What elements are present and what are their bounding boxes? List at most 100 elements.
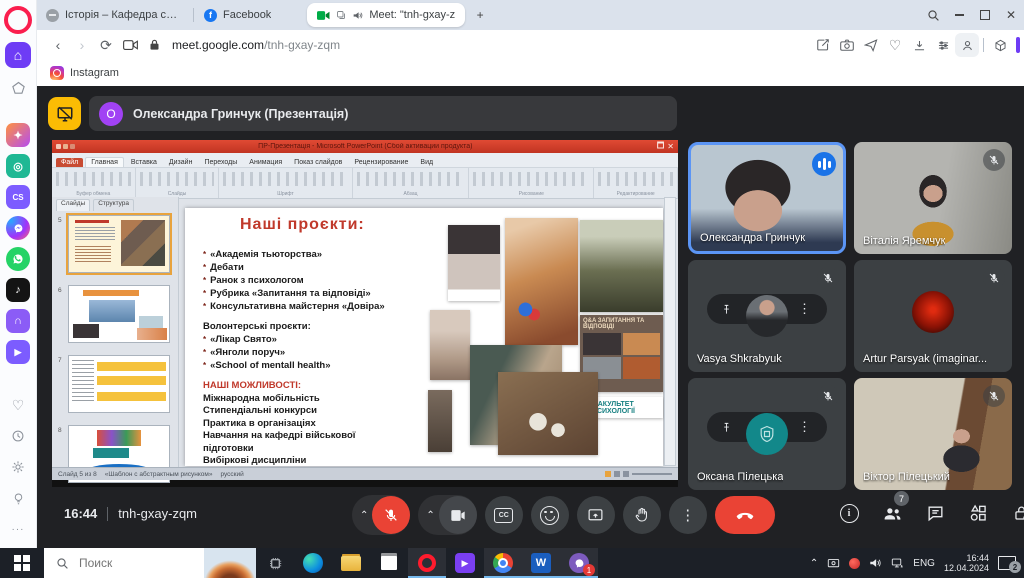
settings-gear-icon[interactable] xyxy=(6,455,30,479)
ribbon-tab-review[interactable]: Рецензирование xyxy=(349,158,413,167)
tray-window-icon[interactable] xyxy=(827,558,840,569)
volume-icon[interactable] xyxy=(869,557,882,569)
forward-button[interactable]: › xyxy=(70,37,94,53)
close-button[interactable]: ✕ xyxy=(998,0,1024,30)
address-url[interactable]: meet.google.com/tnh-gxay-zqm xyxy=(172,38,340,52)
cs-app-icon[interactable]: CS xyxy=(6,185,30,209)
tab-facebook[interactable]: f Facebook xyxy=(194,0,281,30)
panel-tab-slides[interactable]: Слайды xyxy=(56,199,90,211)
chrome-icon[interactable] xyxy=(484,548,522,578)
tips-bulb-icon[interactable] xyxy=(6,486,30,510)
captions-button[interactable]: CC xyxy=(485,496,523,534)
notification-center-icon[interactable]: 2 xyxy=(998,556,1016,570)
raise-hand-button[interactable] xyxy=(623,496,661,534)
view-sorter-icon[interactable] xyxy=(614,471,620,477)
ribbon-tab-home[interactable]: Главная xyxy=(85,157,124,167)
presenter-banner[interactable]: O Олександра Гринчук (Презентація) xyxy=(89,96,677,131)
tile-more-options-icon[interactable]: ⋮ xyxy=(798,419,811,435)
opera-taskbar-icon[interactable] xyxy=(408,548,446,578)
host-controls-button[interactable] xyxy=(1008,500,1024,526)
reactions-button[interactable] xyxy=(531,496,569,534)
participant-tile-vasya[interactable]: ⋮ Vasya Shkrabyuk xyxy=(688,260,846,372)
favorites-heart-icon[interactable]: ♡ xyxy=(883,33,907,57)
view-show-icon[interactable] xyxy=(623,471,629,477)
new-tab-button[interactable]: + xyxy=(465,0,495,30)
microsoft-store-icon[interactable] xyxy=(370,548,408,578)
people-button[interactable]: 7 xyxy=(879,500,905,526)
minimize-button[interactable] xyxy=(946,0,972,30)
ribbon-tab-file[interactable]: Файл xyxy=(56,158,83,167)
mic-options-chevron[interactable]: ⌃ xyxy=(360,510,368,521)
home-speed-dial-button[interactable]: ⌂ xyxy=(5,42,31,68)
pin-icon[interactable] xyxy=(721,304,732,315)
extensions-cube-icon[interactable] xyxy=(988,33,1012,57)
panel-tab-outline[interactable]: Структура xyxy=(93,199,134,211)
slide-thumbnail-7[interactable]: 7 xyxy=(68,355,170,413)
slide-scrollbar[interactable] xyxy=(664,197,676,466)
tray-clock[interactable]: 16:4412.04.2024 xyxy=(944,553,989,573)
ribbon-tab-slideshow[interactable]: Показ слайдов xyxy=(289,158,347,167)
slide-thumbnail-6[interactable]: 6 xyxy=(68,285,170,343)
ppt-close-icon[interactable]: ✕ xyxy=(667,142,674,151)
camera-button[interactable] xyxy=(439,496,477,534)
movies-tv-icon[interactable]: ▶ xyxy=(446,548,484,578)
language-indicator[interactable]: ENG xyxy=(913,558,935,569)
participant-tile-oleksandra[interactable]: Олександра Гринчук xyxy=(688,142,846,254)
send-to-device-icon[interactable] xyxy=(859,33,883,57)
messenger-icon[interactable] xyxy=(6,216,30,240)
bookmark-instagram[interactable]: Instagram xyxy=(70,67,119,79)
opera-logo-icon[interactable] xyxy=(4,6,32,34)
ribbon-tab-transitions[interactable]: Переходы xyxy=(199,158,242,167)
more-options-icon[interactable]: ··· xyxy=(6,517,30,541)
chat-button[interactable] xyxy=(922,500,948,526)
participant-tile-artur[interactable]: Artur Parsyak (imaginar... xyxy=(854,260,1012,372)
tab-search-icon[interactable] xyxy=(920,0,946,30)
history-clock-icon[interactable] xyxy=(6,424,30,448)
aria-app-icon[interactable]: ✦ xyxy=(6,123,30,147)
word-icon[interactable]: W xyxy=(522,548,560,578)
file-explorer-icon[interactable] xyxy=(332,548,370,578)
search-input[interactable] xyxy=(77,555,201,571)
play-app-icon[interactable]: ▶ xyxy=(6,340,30,364)
start-button[interactable] xyxy=(0,548,44,578)
player-app-icon[interactable]: ∩ xyxy=(6,309,30,333)
ribbon-tab-design[interactable]: Дизайн xyxy=(164,158,198,167)
ppt-restore-icon[interactable]: 🗖 xyxy=(657,140,665,154)
participant-tile-viktor[interactable]: Віктор Пілецький xyxy=(854,378,1012,490)
sidebar-toggle-pill[interactable] xyxy=(1016,37,1020,53)
tiktok-icon[interactable]: ♪ xyxy=(6,278,30,302)
view-normal-icon[interactable] xyxy=(605,471,611,477)
task-view-button[interactable] xyxy=(256,548,294,578)
info-button[interactable]: i xyxy=(836,500,862,526)
ribbon-tab-insert[interactable]: Вставка xyxy=(126,158,162,167)
tab-meet-active[interactable]: Meet: "tnh-gxay-z xyxy=(307,3,465,27)
mic-mute-button[interactable] xyxy=(372,496,410,534)
network-icon[interactable] xyxy=(891,557,904,569)
activities-button[interactable] xyxy=(965,500,991,526)
downloads-icon[interactable] xyxy=(907,33,931,57)
pentagon-icon[interactable] xyxy=(6,76,30,100)
restore-button[interactable] xyxy=(972,0,998,30)
easy-setup-icon[interactable] xyxy=(931,33,955,57)
search-highlight-image[interactable] xyxy=(204,548,256,578)
slide-thumbnail-5[interactable]: 5 xyxy=(68,215,170,273)
tab-history-site[interactable]: Історія – Кафедра соціал xyxy=(36,0,193,30)
back-button[interactable]: ‹ xyxy=(46,37,70,53)
end-call-button[interactable] xyxy=(715,496,775,534)
present-button[interactable] xyxy=(577,496,615,534)
green-app-icon[interactable]: ◎ xyxy=(6,154,30,178)
share-edit-icon[interactable] xyxy=(811,33,835,57)
taskbar-search[interactable] xyxy=(44,548,256,578)
snapshot-camera-icon[interactable] xyxy=(835,33,859,57)
zoom-slider[interactable] xyxy=(632,473,672,475)
pin-icon[interactable] xyxy=(721,422,732,433)
camera-options-chevron[interactable]: ⌃ xyxy=(426,510,434,521)
tray-opera-icon[interactable] xyxy=(849,558,860,569)
viber-icon[interactable]: 1 xyxy=(560,548,598,578)
lock-icon[interactable] xyxy=(142,33,166,57)
profile-icon[interactable] xyxy=(955,33,979,57)
shared-screen[interactable]: ПР-Презентація - Microsoft PowerPoint (С… xyxy=(52,140,678,487)
reload-button[interactable]: ⟳ xyxy=(94,37,118,54)
whatsapp-icon[interactable] xyxy=(6,247,30,271)
tray-expand-chevron-icon[interactable]: ⌃ xyxy=(810,558,818,569)
